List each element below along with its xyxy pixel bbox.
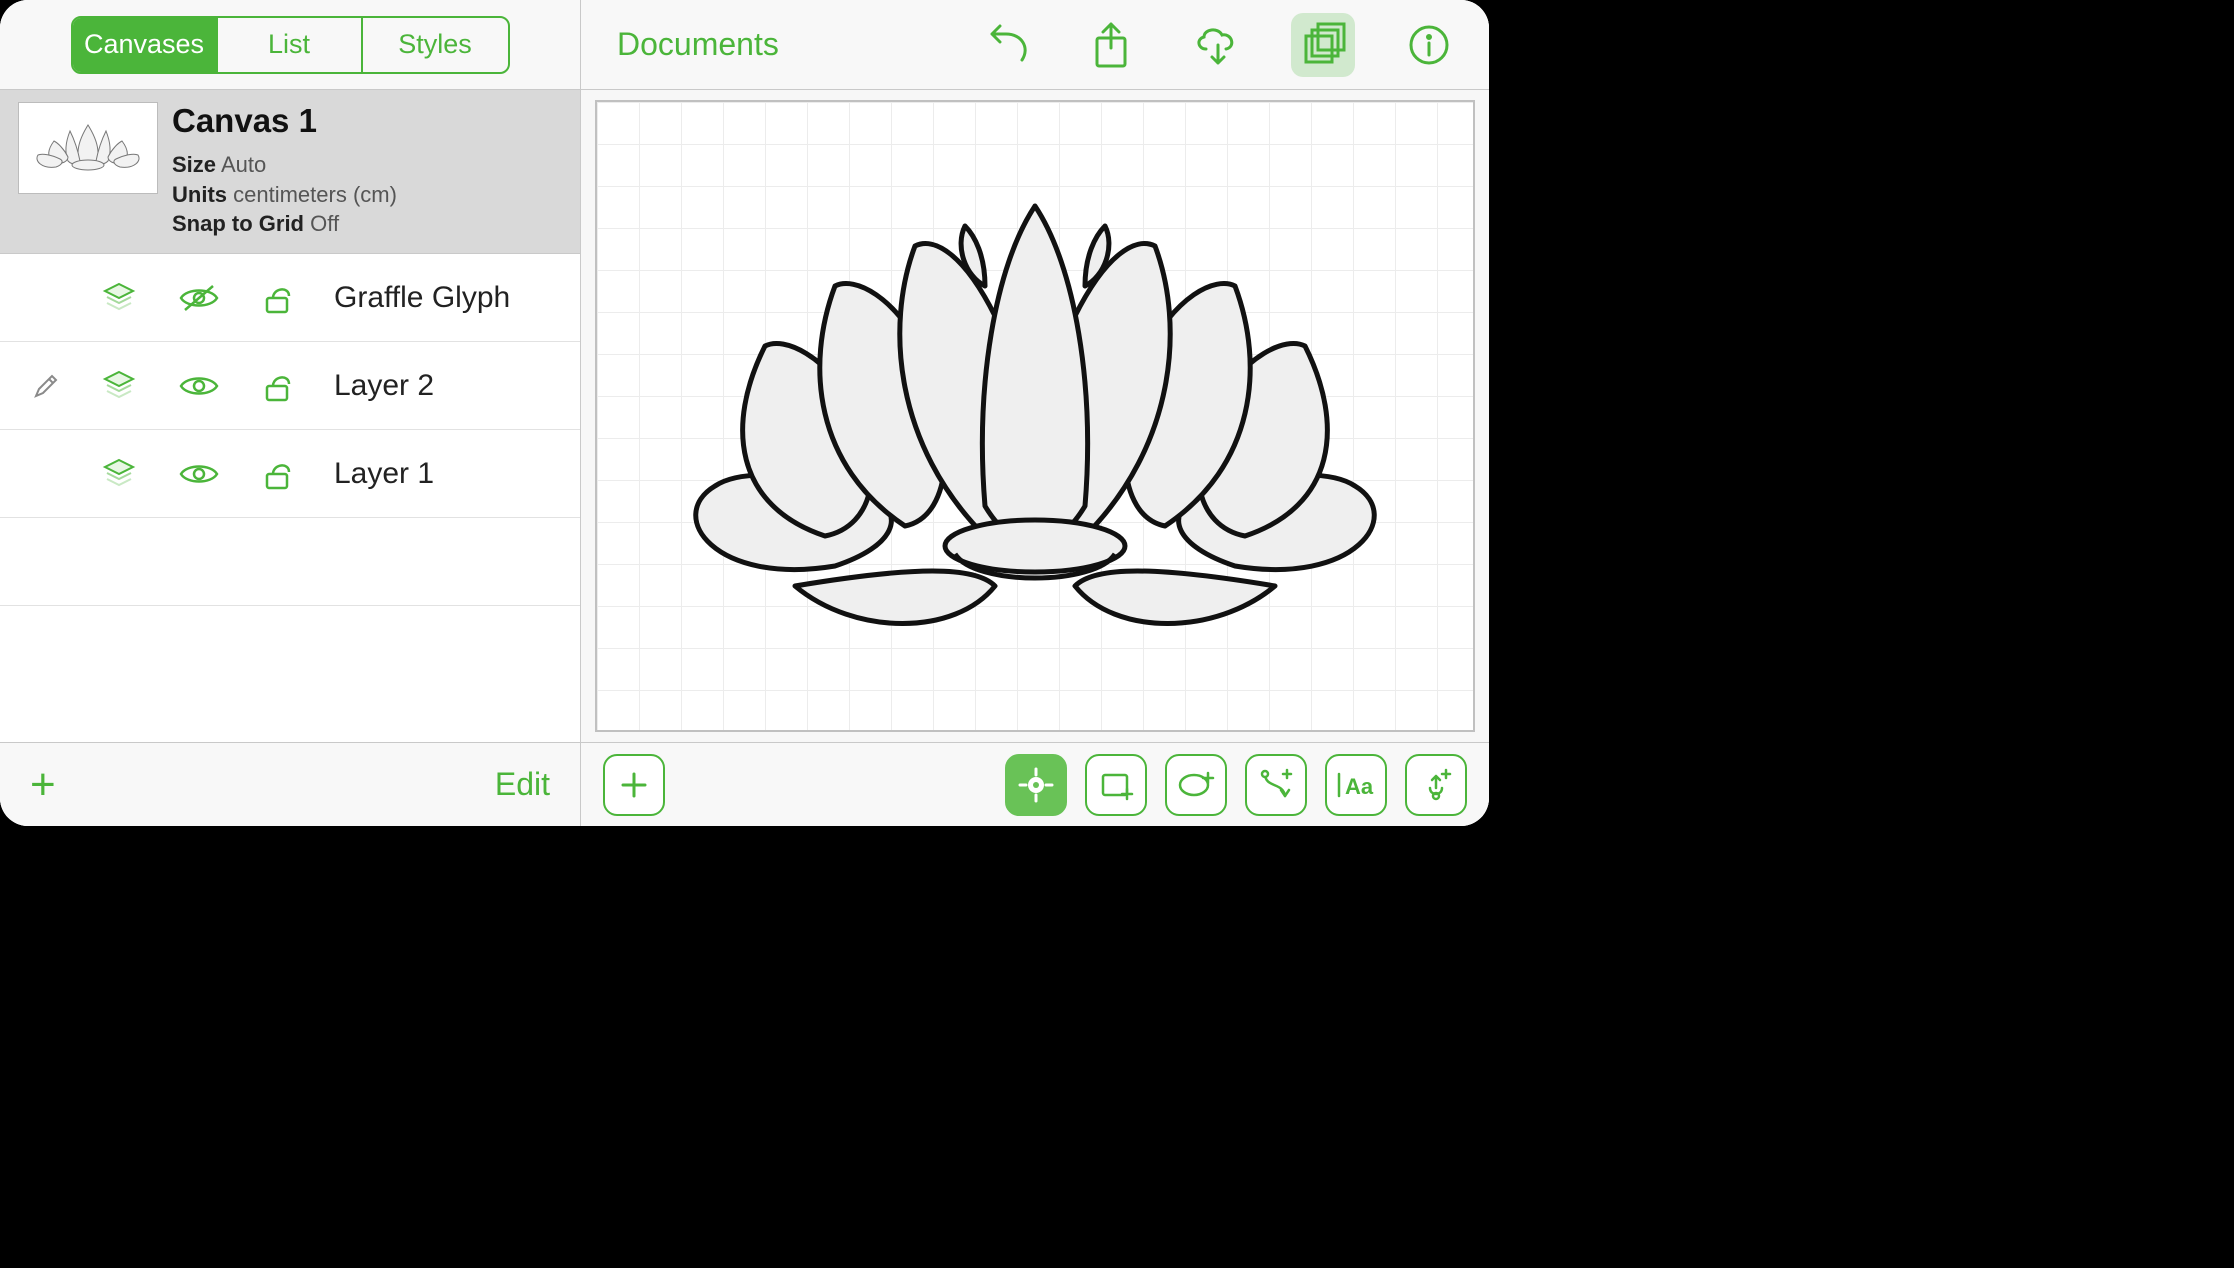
layer-name: Graffle Glyph [334, 281, 510, 315]
size-value: Auto [221, 152, 266, 177]
add-layer-button[interactable]: + [30, 763, 56, 807]
canvas-area [581, 90, 1489, 742]
svg-text:Aa: Aa [1345, 774, 1374, 799]
share-icon[interactable] [1079, 13, 1143, 77]
visibility-toggle[interactable] [174, 278, 224, 318]
lock-toggle[interactable] [254, 454, 304, 494]
text-tool[interactable]: Aa [1325, 754, 1387, 816]
sidebar-bottom-bar: + Edit [0, 742, 580, 826]
tab-styles[interactable]: Styles [363, 18, 508, 72]
empty-row [0, 518, 580, 606]
sync-icon[interactable] [1185, 13, 1249, 77]
canvas-viewport[interactable] [595, 100, 1475, 732]
edit-button[interactable]: Edit [495, 766, 550, 803]
canvas-thumbnail [18, 102, 158, 194]
editing-indicator [28, 372, 64, 400]
top-toolbar: Documents [581, 0, 1489, 90]
layer-list: Graffle Glyph Layer 2 [0, 254, 580, 742]
app-root: Canvases List Styles [0, 0, 1489, 826]
lotus-drawing [655, 166, 1415, 666]
units-value: centimeters (cm) [233, 182, 397, 207]
bottom-toolbar: Aa [581, 742, 1489, 826]
sidebar-segmented-control: Canvases List Styles [71, 16, 510, 74]
add-shape-tool[interactable] [603, 754, 665, 816]
canvas-meta: Canvas 1 Size Auto Units centimeters (cm… [172, 102, 397, 239]
layer-name: Layer 2 [334, 369, 434, 403]
sidebar: Canvases List Styles [0, 0, 581, 826]
layer-stack-icon[interactable] [94, 366, 144, 406]
visibility-toggle[interactable] [174, 454, 224, 494]
layer-stack-icon[interactable] [94, 278, 144, 318]
tab-canvases[interactable]: Canvases [73, 18, 218, 72]
pencil-icon [32, 372, 60, 400]
line-tool[interactable] [1245, 754, 1307, 816]
layer-stack-icon[interactable] [94, 454, 144, 494]
select-tool[interactable] [1005, 754, 1067, 816]
empty-row [0, 606, 580, 694]
lock-toggle[interactable] [254, 278, 304, 318]
rectangle-tool[interactable] [1085, 754, 1147, 816]
canvas-header[interactable]: Canvas 1 Size Auto Units centimeters (cm… [0, 90, 580, 254]
documents-button[interactable]: Documents [617, 26, 779, 63]
info-icon[interactable] [1397, 13, 1461, 77]
layer-row[interactable]: Graffle Glyph [0, 254, 580, 342]
size-label: Size [172, 152, 216, 177]
undo-icon[interactable] [973, 13, 1037, 77]
visibility-toggle[interactable] [174, 366, 224, 406]
layer-row[interactable]: Layer 2 [0, 342, 580, 430]
snap-label: Snap to Grid [172, 211, 304, 236]
canvas-title: Canvas 1 [172, 102, 397, 140]
snap-value: Off [310, 211, 339, 236]
sidebar-tabs-bar: Canvases List Styles [0, 0, 580, 90]
canvases-icon[interactable] [1291, 13, 1355, 77]
units-label: Units [172, 182, 227, 207]
lock-toggle[interactable] [254, 366, 304, 406]
main-panel: Documents [581, 0, 1489, 826]
layer-name: Layer 1 [334, 457, 434, 491]
layer-row[interactable]: Layer 1 [0, 430, 580, 518]
ellipse-tool[interactable] [1165, 754, 1227, 816]
tab-list[interactable]: List [218, 18, 363, 72]
freehand-tool[interactable] [1405, 754, 1467, 816]
